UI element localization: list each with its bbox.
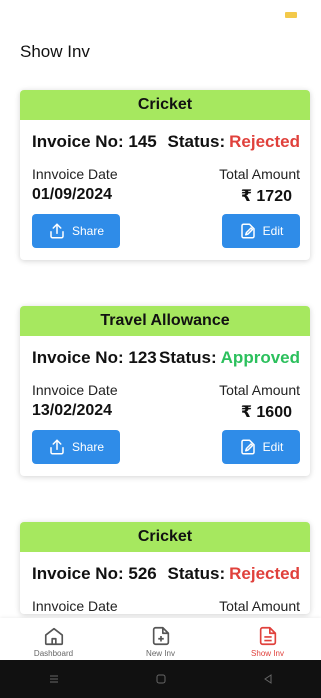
invoice-number-value: 526: [128, 564, 157, 583]
date-label: Innvoice Date: [32, 166, 118, 182]
edit-label: Edit: [262, 224, 284, 238]
invoice-number-value: 123: [128, 348, 157, 367]
invoice-card: Cricket Invoice No: 145 Status: Rejected…: [20, 90, 310, 260]
status-label: Status:: [167, 564, 226, 583]
invoice-number-label: Invoice No:: [32, 564, 124, 583]
status-bar: [0, 0, 321, 28]
status-value: Rejected: [229, 564, 300, 583]
edit-label: Edit: [262, 440, 284, 454]
invoice-category: Cricket: [20, 90, 310, 120]
invoice-number: Invoice No: 145: [32, 132, 157, 152]
edit-icon: [240, 223, 255, 239]
share-button[interactable]: Share: [32, 430, 120, 464]
share-label: Share: [71, 440, 105, 454]
invoice-status: Status: Rejected: [168, 564, 301, 584]
invoice-status: Status: Rejected: [168, 132, 301, 152]
date-label: Innvoice Date: [32, 598, 118, 614]
menu-icon: [49, 675, 58, 683]
invoice-number: Invoice No: 526: [32, 564, 157, 584]
edit-icon: [240, 439, 255, 455]
date-value: 13/02/2024: [32, 402, 113, 419]
battery-icon: [285, 12, 297, 18]
share-label: Share: [71, 224, 105, 238]
page-title: Show Inv: [20, 42, 90, 61]
nav-item-new-inv[interactable]: New Inv: [116, 625, 206, 658]
amount-value: ₹ 1720: [240, 188, 292, 205]
invoice-number-value: 145: [128, 132, 157, 151]
back-button[interactable]: [248, 669, 288, 689]
status-value: Approved: [220, 348, 300, 367]
nav-item-show-inv[interactable]: Show Inv: [223, 625, 313, 658]
edit-button[interactable]: Edit: [222, 430, 300, 464]
invoice-card: Cricket Invoice No: 526 Status: Rejected…: [20, 522, 310, 614]
status-value: Rejected: [229, 132, 300, 151]
invoice-status: Status: Approved: [159, 348, 300, 368]
nav-label: Show Inv: [251, 649, 284, 658]
add-file-icon: [152, 626, 169, 646]
file-text-icon: [259, 626, 276, 646]
bottom-nav: Dashboard New Inv Show Inv: [0, 618, 321, 660]
date-label: Innvoice Date: [32, 382, 118, 398]
invoice-category: Cricket: [20, 522, 310, 552]
amount-label: Total Amount: [219, 382, 300, 398]
edit-button[interactable]: Edit: [222, 214, 300, 248]
invoice-number-label: Invoice No:: [32, 132, 124, 151]
invoice-card: Travel Allowance Invoice No: 123 Status:…: [20, 306, 310, 476]
back-triangle-icon: [263, 674, 271, 684]
status-label: Status:: [167, 132, 226, 151]
nav-item-dashboard[interactable]: Dashboard: [9, 625, 99, 658]
status-label: Status:: [159, 348, 217, 367]
nav-label: Dashboard: [33, 649, 74, 658]
date-value: 01/09/2024: [32, 186, 113, 203]
share-icon: [50, 223, 64, 239]
invoice-number: Invoice No: 123: [32, 348, 157, 368]
amount-label: Total Amount: [219, 598, 300, 614]
share-button[interactable]: Share: [32, 214, 120, 248]
home-button[interactable]: [141, 669, 181, 689]
nav-label: New Inv: [146, 649, 175, 658]
amount-label: Total Amount: [219, 166, 300, 182]
square-icon: [156, 674, 165, 684]
invoice-category: Travel Allowance: [20, 306, 310, 336]
share-icon: [50, 439, 64, 455]
recent-apps-button[interactable]: [34, 669, 74, 689]
invoice-number-label: Invoice No:: [32, 348, 124, 367]
home-icon: [44, 627, 63, 646]
invoice-list[interactable]: Cricket Invoice No: 145 Status: Rejected…: [0, 76, 321, 620]
amount-value: ₹ 1600: [240, 404, 292, 421]
system-navigation-bar: [0, 660, 321, 698]
